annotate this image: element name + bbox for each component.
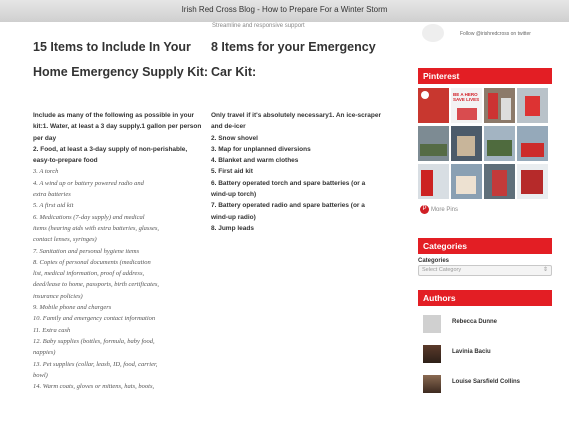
categories-select-value: Select Category: [422, 267, 462, 273]
car-kit-line: 4. Blanket and warm clothes: [211, 157, 299, 165]
home-kit-line: 4. A wind up or battery powered radio an…: [33, 179, 144, 187]
car-kit-line: 8. Jump leads: [211, 224, 254, 232]
home-kit-line: insurance policies): [33, 292, 83, 300]
car-kit-line: 6. Battery operated torch and spare batt…: [211, 179, 366, 187]
home-kit-heading-line1: 15 Items to Include In Your: [33, 40, 191, 54]
chevron-down-icon: ⇕: [542, 267, 548, 273]
sidebar: Pinterest BE A HERO SAVE LIVES P More Pi…: [418, 68, 552, 402]
pin-tile-7[interactable]: [484, 126, 515, 161]
categories-select[interactable]: Select Category ⇕: [418, 265, 552, 276]
car-kit-line: Only travel if it's absolutely necessary…: [211, 112, 382, 119]
author-name[interactable]: Lavinia Baciu: [452, 349, 491, 355]
pin-banner-text: BE A HERO SAVE LIVES: [453, 92, 480, 102]
car-kit-line: wind-up radio): [211, 213, 256, 221]
more-pins-link[interactable]: P More Pins: [420, 205, 458, 214]
pin-tile-6[interactable]: [451, 126, 482, 161]
author-name[interactable]: Louise Sarsfield Collins: [452, 379, 520, 385]
window-titlebar: Irish Red Cross Blog - How to Prepare Fo…: [0, 0, 569, 23]
home-kit-line: 13. Pet supplies (collar, leash, ID, foo…: [33, 360, 158, 368]
home-kit-line: 9. Mobile phone and chargers: [33, 304, 112, 312]
home-kit-line: 3. A torch: [33, 168, 59, 176]
pin-tile-9[interactable]: [418, 164, 449, 199]
home-kit-line: Include as many of the following as poss…: [33, 112, 195, 119]
pin-tile-5[interactable]: [418, 126, 449, 161]
home-kit-line: 2. Food, at least a 3-day supply of non-…: [33, 145, 188, 153]
home-kit-line: bowl): [33, 371, 48, 379]
pinterest-icon: P: [420, 205, 429, 214]
pin-tile-11[interactable]: [484, 164, 515, 199]
home-kit-line: extra batteries: [33, 191, 71, 199]
author-name[interactable]: Rebecca Dunne: [452, 319, 497, 325]
pin-tile-2[interactable]: BE A HERO SAVE LIVES: [451, 88, 482, 123]
pin-tile-10[interactable]: [451, 164, 482, 199]
categories-heading: Categories: [418, 238, 552, 254]
pin-tile-12[interactable]: [517, 164, 548, 199]
home-kit-line: per day: [33, 134, 57, 142]
car-kit-line: 3. Map for unplanned diversions: [211, 145, 311, 153]
pin-tile-1[interactable]: [418, 88, 449, 123]
author-avatar: [423, 375, 441, 393]
header-fragment: Streamline and responsive support: [212, 23, 305, 29]
author-avatar: [423, 315, 441, 333]
car-kit-line: 7. Battery operated radio and spare batt…: [211, 202, 365, 210]
window-title: Irish Red Cross Blog - How to Prepare Fo…: [181, 5, 388, 14]
author-avatar: [423, 345, 441, 363]
pin-tile-3[interactable]: [484, 88, 515, 123]
home-kit-line: deed/lease to home, passports, birth cer…: [33, 281, 160, 289]
categories-label: Categories: [418, 258, 450, 264]
car-kit-heading-line1: 8 Items for your Emergency: [211, 40, 376, 54]
car-kit-line: and de-icer: [211, 123, 246, 131]
pin-tile-4[interactable]: [517, 88, 548, 123]
home-kit-line: easy-to-prepare food: [33, 157, 98, 165]
home-kit-line: 11. Extra cash: [33, 326, 71, 334]
follow-text[interactable]: Follow @irishredcross on twitter: [460, 31, 531, 37]
home-kit-line: 6. Medications (7-day supply) and medica…: [33, 213, 145, 221]
car-kit-list: Only travel if it's absolutely necessary…: [211, 110, 381, 234]
home-kit-line: 5. A first aid kit: [33, 202, 74, 210]
author-item[interactable]: Lavinia Baciu: [418, 342, 552, 372]
car-kit-line: wind-up torch): [211, 191, 257, 199]
car-kit-line: 2. Snow shovel: [211, 134, 258, 142]
home-kit-line: 12. Baby supplies (bottles, formula, bab…: [33, 337, 155, 345]
home-kit-heading-line2: Home Emergency Supply Kit:: [33, 65, 209, 79]
author-item[interactable]: Louise Sarsfield Collins: [418, 372, 552, 402]
twitter-avatar: [422, 24, 444, 42]
car-kit-heading-line2: Car Kit:: [211, 65, 257, 79]
home-kit-line: 14. Warm coats, gloves or mittens, hats,…: [33, 383, 155, 391]
home-kit-list: Include as many of the following as poss…: [33, 110, 201, 392]
home-kit-line: 10. Family and emergency contact informa…: [33, 315, 156, 323]
home-kit-line: items (hearing aids with extra batteries…: [33, 224, 160, 232]
author-item[interactable]: Rebecca Dunne: [418, 312, 552, 342]
home-kit-line: 8. Copies of personal documents (medicat…: [33, 258, 151, 266]
pin-tile-8[interactable]: [517, 126, 548, 161]
home-kit-line: contact lenses, syringes): [33, 236, 97, 244]
more-pins-label: More Pins: [431, 207, 459, 214]
twitter-follow[interactable]: Follow @irishredcross on twitter: [418, 24, 568, 42]
home-kit-line: nappies): [33, 349, 56, 357]
pinterest-grid: BE A HERO SAVE LIVES P More Pins: [418, 84, 552, 216]
home-kit-line: 7. Sanitation and personal hygiene items: [33, 247, 140, 255]
pinterest-heading: Pinterest: [418, 68, 552, 84]
home-kit-line: list, medical information, proof of addr…: [33, 270, 145, 278]
authors-heading: Authors: [418, 290, 552, 306]
page-content: Streamline and responsive support Follow…: [0, 22, 569, 421]
car-kit-line: 5. First aid kit: [211, 168, 253, 176]
home-kit-line: kit:1. Water, at least a 3 day supply.1 …: [33, 123, 202, 131]
